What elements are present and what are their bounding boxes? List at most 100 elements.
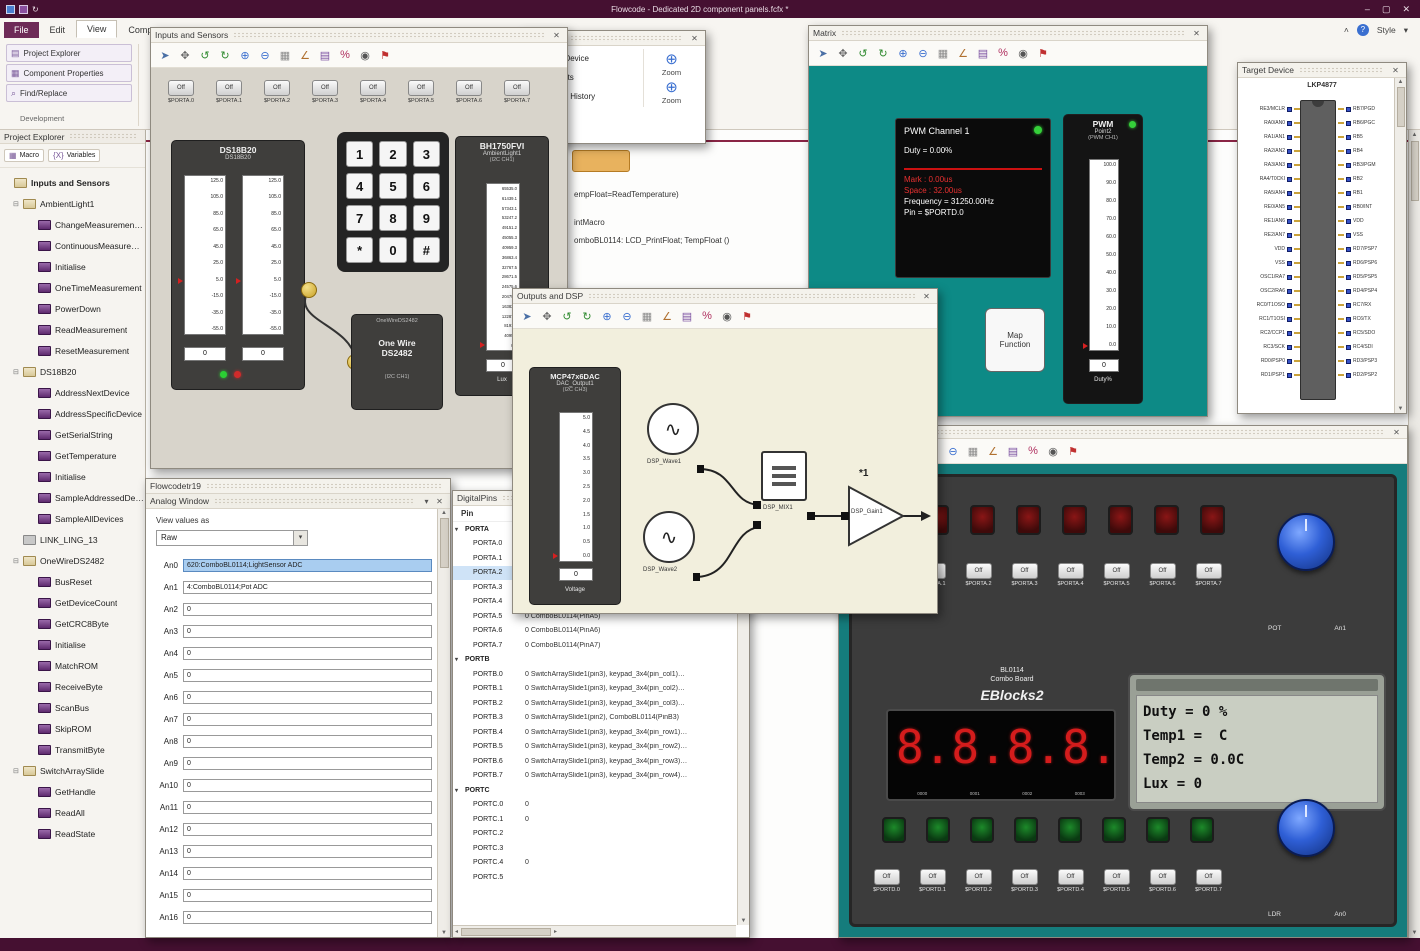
map-function-block[interactable]: Map Function [985, 308, 1045, 372]
chip-pin[interactable]: RB3/PGM [1338, 158, 1396, 172]
chart-icon[interactable]: ▤ [678, 307, 696, 325]
analog-value-field[interactable]: 0 [183, 778, 432, 792]
keypad-key[interactable]: 5 [379, 173, 407, 199]
panel-2d-surface[interactable]: MCP47x6DAC DAC_Output1 (I2C CH3) 5.0 4.5 4… [513, 329, 937, 613]
expander-icon[interactable] [455, 787, 465, 794]
chip-pin[interactable]: RA0/AN0 [1240, 116, 1300, 130]
toggle-switch[interactable]: Off $PORTD.2 [962, 869, 995, 893]
flag-icon[interactable]: ⚑ [376, 46, 394, 64]
pot-knob[interactable] [1277, 513, 1335, 571]
analog-value-field[interactable]: 0 [183, 822, 432, 836]
scroll-up-icon[interactable]: ▲ [1398, 79, 1404, 85]
dac-component[interactable]: MCP47x6DAC DAC_Output1 (I2C CH3) 5.0 4.5 4… [529, 367, 621, 605]
ribbon-button[interactable]: ⌕ Find/Replace [6, 84, 132, 102]
chip-pin[interactable]: RE1/AN6 [1240, 214, 1300, 228]
help-icon[interactable]: ? [1356, 24, 1369, 36]
ribbon-button[interactable]: ▦ Component Properties [6, 64, 132, 82]
toggle-switch[interactable]: Off $PORTA.3 [1008, 563, 1041, 587]
ribbon-tab[interactable]: File [4, 22, 39, 38]
cursor-icon[interactable]: ➤ [814, 44, 832, 62]
grid-icon[interactable]: ▦ [934, 44, 952, 62]
chip-pin[interactable]: RD5/PSP5 [1338, 270, 1396, 284]
ribbon-button[interactable]: ▤ Project Explorer [6, 44, 132, 62]
pin-row[interactable]: PORTA.6 0 ComboBL0114(PinA6) [453, 624, 736, 639]
close-icon[interactable]: ✕ [1390, 428, 1403, 437]
chip-pin[interactable]: RD3/PSP3 [1338, 354, 1396, 368]
cursor-icon[interactable]: ➤ [518, 307, 536, 325]
chip-pin[interactable]: RC2/CCP1 [1240, 326, 1300, 340]
tree-item[interactable]: GetHandle [0, 781, 145, 802]
analog-value-field[interactable]: 0 [183, 668, 432, 682]
minimize-button[interactable]: – [1365, 4, 1370, 15]
camera-icon[interactable]: ◉ [356, 46, 374, 64]
angle-icon[interactable]: ∠ [296, 46, 314, 64]
tree-item[interactable]: ReadMeasurement [0, 319, 145, 340]
chart-icon[interactable]: ▤ [1004, 442, 1022, 460]
pin-row[interactable]: PORTB.6 0 SwitchArraySlide1(pin3), keypa… [453, 754, 736, 769]
chip-pin[interactable]: RD4/PSP4 [1338, 284, 1396, 298]
scroll-down-icon[interactable]: ▼ [741, 918, 747, 924]
tree-item[interactable]: GetTemperature [0, 445, 145, 466]
analog-value-field[interactable]: 0 [183, 734, 432, 748]
pin-row[interactable]: PORTB [453, 653, 736, 668]
pan-icon[interactable]: ✥ [176, 46, 194, 64]
percent-icon[interactable]: % [336, 46, 354, 64]
close-icon[interactable]: ✕ [1190, 29, 1203, 38]
tree-item[interactable]: ContinuousMeasurement [0, 235, 145, 256]
pin-row[interactable]: PORTB.5 0 SwitchArraySlide1(pin3), keypa… [453, 740, 736, 755]
grid-icon[interactable]: ▦ [276, 46, 294, 64]
chip-pin[interactable]: RB0/INT [1338, 200, 1396, 214]
pin-row[interactable]: PORTB.7 0 SwitchArraySlide1(pin3), keypa… [453, 769, 736, 784]
percent-icon[interactable]: % [1024, 442, 1042, 460]
chevron-down-icon[interactable]: ▾ [293, 531, 307, 545]
ribbon-tab[interactable]: View [76, 20, 118, 38]
scrollbar-thumb[interactable] [1396, 87, 1405, 127]
dsp-mix-block[interactable] [761, 451, 807, 501]
toggle-switch[interactable]: Off $PORTD.0 [870, 869, 903, 893]
tree-item[interactable]: SampleAllDevices [0, 508, 145, 529]
main-vertical-scrollbar[interactable]: ▲ ▼ [1408, 130, 1420, 938]
explorer-tool-button[interactable]: ▦ Macro [4, 149, 45, 162]
pin-row[interactable]: PORTC.5 [453, 870, 736, 885]
dock-menu-icon[interactable]: ▾ [420, 497, 433, 506]
close-icon[interactable]: ✕ [550, 31, 563, 40]
scrollbar-thumb[interactable] [1410, 141, 1419, 201]
panel-scrollbar[interactable]: ▲ ▼ [437, 509, 450, 937]
zoom-in-icon[interactable]: ⊕ [894, 44, 912, 62]
tree-item[interactable]: ReadState [0, 823, 145, 844]
tree-item[interactable]: ReceiveByte [0, 676, 145, 697]
tree-item[interactable]: ScanBus [0, 697, 145, 718]
tree-item[interactable]: Initialise [0, 466, 145, 487]
tree-item[interactable]: SwitchArraySlide [0, 760, 145, 781]
analog-value-field[interactable]: 0 [183, 646, 432, 660]
chip-pin[interactable]: RB5 [1338, 130, 1396, 144]
tree-item[interactable]: OneTimeMeasurement [0, 277, 145, 298]
chip-pin[interactable]: RC1/T1OSI [1240, 312, 1300, 326]
chip-pin[interactable]: RB2 [1338, 172, 1396, 186]
scroll-down-icon[interactable]: ▼ [441, 930, 447, 936]
zoom-in-icon[interactable]: ⊕ [644, 51, 699, 68]
expander-icon[interactable] [13, 767, 23, 775]
toggle-switch[interactable]: Off $PORTD.6 [1146, 869, 1179, 893]
toggle-switch[interactable]: Off $PORTA.5 [401, 80, 441, 104]
pwm-meter[interactable]: PWM Point2 (PWM CH1) 100.0 90.0 80.0 70.0 60… [1063, 114, 1143, 404]
percent-icon[interactable]: % [994, 44, 1012, 62]
keypad-key[interactable]: 6 [412, 173, 440, 199]
chip-pin[interactable]: OSC1/RA7 [1240, 270, 1300, 284]
onewire-ds2482-component[interactable]: OneWireDS2482 One Wire DS2482 (I2C CH1) [351, 314, 443, 410]
scroll-right-icon[interactable]: ▸ [554, 928, 557, 935]
dsp-wave1-block[interactable]: ∿ [647, 403, 699, 455]
keypad-key[interactable]: 9 [412, 205, 440, 231]
camera-icon[interactable]: ◉ [1044, 442, 1062, 460]
tree-item[interactable]: ResetMeasurement [0, 340, 145, 361]
chip-pin[interactable]: RC6/TX [1338, 312, 1396, 326]
close-button[interactable]: ✕ [1402, 4, 1410, 15]
tree-item[interactable]: AddressSpecificDevice [0, 403, 145, 424]
toggle-switch[interactable]: Off $PORTA.4 [353, 80, 393, 104]
tree-item[interactable]: DS18B20 [0, 361, 145, 382]
chip-pin[interactable]: RC0/T1OSO [1240, 298, 1300, 312]
pan-icon[interactable]: ✥ [834, 44, 852, 62]
tree-item[interactable]: Initialise [0, 634, 145, 655]
rotate-cw-icon[interactable]: ↻ [578, 307, 596, 325]
analog-value-field[interactable]: 0 [183, 844, 432, 858]
